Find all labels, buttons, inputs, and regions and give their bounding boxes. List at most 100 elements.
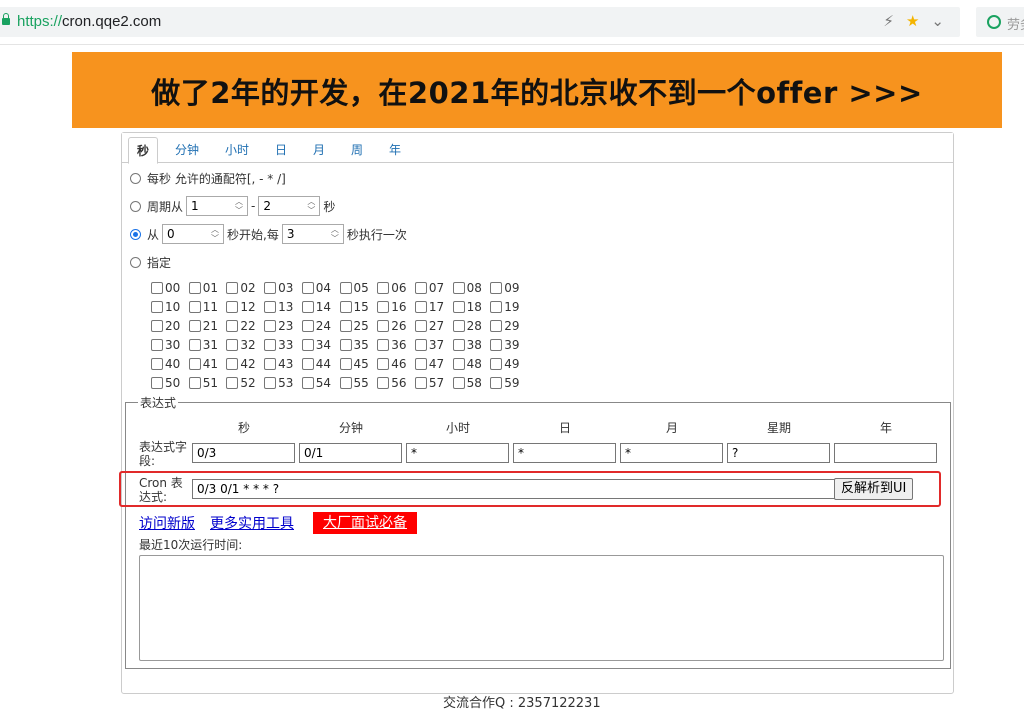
cycle-to-input[interactable]: 2 ︿ ﹀ (258, 196, 321, 216)
checkbox-box[interactable] (188, 301, 201, 313)
second-checkbox-53[interactable]: 53 (264, 376, 293, 390)
second-checkbox-51[interactable]: 51 (188, 376, 218, 390)
second-checkbox-55[interactable]: 55 (339, 376, 369, 390)
second-checkbox-12[interactable]: 12 (226, 300, 256, 314)
second-checkbox-26[interactable]: 26 (377, 319, 406, 333)
second-checkbox-22[interactable]: 22 (226, 319, 256, 333)
url-text[interactable]: https://cron.qqe2.com (17, 13, 161, 30)
second-checkbox-29[interactable]: 29 (490, 319, 520, 333)
checkbox-box[interactable] (264, 320, 277, 332)
radio-cycle[interactable] (130, 200, 141, 212)
second-checkbox-04[interactable]: 04 (301, 281, 331, 295)
second-checkbox-14[interactable]: 14 (301, 300, 331, 314)
second-checkbox-43[interactable]: 43 (264, 357, 293, 371)
checkbox-box[interactable] (188, 358, 201, 370)
checkbox-box[interactable] (151, 301, 163, 313)
tab-hour[interactable]: 小时 (225, 137, 249, 162)
second-checkbox-16[interactable]: 16 (377, 300, 406, 314)
cron-expression-input[interactable]: 0/3 0/1 * * * ? (192, 479, 836, 499)
tab-day[interactable]: 日 (275, 137, 287, 162)
checkbox-box[interactable] (226, 339, 239, 351)
checkbox-box[interactable] (151, 339, 163, 351)
recent-runs-textarea[interactable] (139, 555, 944, 661)
checkbox-box[interactable] (226, 358, 239, 370)
checkbox-box[interactable] (377, 320, 390, 332)
checkbox-box[interactable] (301, 301, 314, 313)
checkbox-box[interactable] (452, 320, 465, 332)
tab-minute[interactable]: 分钟 (175, 137, 199, 162)
second-checkbox-05[interactable]: 05 (339, 281, 369, 295)
second-checkbox-57[interactable]: 57 (414, 376, 444, 390)
second-checkbox-00[interactable]: 00 (151, 281, 180, 295)
checkbox-box[interactable] (377, 301, 390, 313)
second-checkbox-08[interactable]: 08 (452, 281, 482, 295)
checkbox-box[interactable] (339, 301, 352, 313)
second-checkbox-50[interactable]: 50 (151, 376, 180, 390)
checkbox-box[interactable] (188, 377, 201, 389)
checkbox-box[interactable] (490, 282, 503, 294)
checkbox-box[interactable] (377, 358, 390, 370)
second-checkbox-25[interactable]: 25 (339, 319, 369, 333)
field-year[interactable] (834, 443, 937, 463)
checkbox-box[interactable] (490, 339, 503, 351)
checkbox-box[interactable] (490, 301, 503, 313)
checkbox-box[interactable] (490, 377, 503, 389)
checkbox-box[interactable] (226, 377, 239, 389)
option-specify[interactable]: 指定 (130, 251, 171, 273)
checkbox-box[interactable] (339, 377, 352, 389)
second-checkbox-23[interactable]: 23 (264, 319, 293, 333)
second-checkbox-32[interactable]: 32 (226, 338, 256, 352)
promo-banner[interactable]: 做了2年的开发，在2021年的北京收不到一个offer >>> (72, 52, 1002, 128)
checkbox-box[interactable] (188, 282, 201, 294)
checkbox-box[interactable] (339, 320, 352, 332)
second-checkbox-15[interactable]: 15 (339, 300, 369, 314)
second-checkbox-44[interactable]: 44 (301, 357, 331, 371)
second-checkbox-30[interactable]: 30 (151, 338, 180, 352)
checkbox-box[interactable] (452, 339, 465, 351)
checkbox-box[interactable] (414, 301, 427, 313)
second-checkbox-27[interactable]: 27 (414, 319, 444, 333)
flash-icon[interactable]: ⚡ (883, 12, 894, 30)
more-tools-link[interactable]: 更多实用工具 (210, 513, 294, 533)
second-checkbox-45[interactable]: 45 (339, 357, 369, 371)
field-second[interactable]: 0/3 (192, 443, 295, 463)
checkbox-box[interactable] (414, 358, 427, 370)
tab-second[interactable]: 秒 (128, 137, 159, 164)
tab-month[interactable]: 月 (313, 137, 325, 162)
checkbox-box[interactable] (226, 320, 239, 332)
checkbox-box[interactable] (452, 358, 465, 370)
checkbox-box[interactable] (301, 377, 314, 389)
field-month[interactable]: * (620, 443, 723, 463)
field-day[interactable]: * (513, 443, 616, 463)
checkbox-box[interactable] (452, 301, 465, 313)
second-checkbox-18[interactable]: 18 (452, 300, 482, 314)
second-checkbox-35[interactable]: 35 (339, 338, 369, 352)
second-checkbox-56[interactable]: 56 (377, 376, 406, 390)
second-checkbox-21[interactable]: 21 (188, 319, 218, 333)
from-start-input[interactable]: 0 ︿ ﹀ (162, 224, 225, 244)
second-checkbox-02[interactable]: 02 (226, 281, 256, 295)
new-version-link[interactable]: 访问新版 (139, 513, 195, 533)
radio-specify[interactable] (130, 256, 141, 268)
checkbox-box[interactable] (264, 358, 277, 370)
second-checkbox-42[interactable]: 42 (226, 357, 256, 371)
second-checkbox-01[interactable]: 01 (188, 281, 218, 295)
second-checkbox-17[interactable]: 17 (414, 300, 444, 314)
second-checkbox-41[interactable]: 41 (188, 357, 218, 371)
checkbox-box[interactable] (151, 358, 163, 370)
checkbox-box[interactable] (452, 377, 465, 389)
checkbox-box[interactable] (339, 282, 352, 294)
second-checkbox-58[interactable]: 58 (452, 376, 482, 390)
checkbox-box[interactable] (377, 377, 390, 389)
spinner-arrows-icon[interactable]: ︿ ﹀ (305, 197, 317, 215)
checkbox-box[interactable] (151, 377, 163, 389)
checkbox-box[interactable] (414, 377, 427, 389)
second-checkbox-47[interactable]: 47 (414, 357, 444, 371)
interview-button[interactable]: 大厂面试必备 (313, 512, 417, 534)
checkbox-box[interactable] (264, 282, 277, 294)
second-checkbox-07[interactable]: 07 (414, 281, 444, 295)
second-checkbox-20[interactable]: 20 (151, 319, 180, 333)
checkbox-box[interactable] (377, 282, 390, 294)
checkbox-box[interactable] (301, 320, 314, 332)
second-checkbox-40[interactable]: 40 (151, 357, 180, 371)
